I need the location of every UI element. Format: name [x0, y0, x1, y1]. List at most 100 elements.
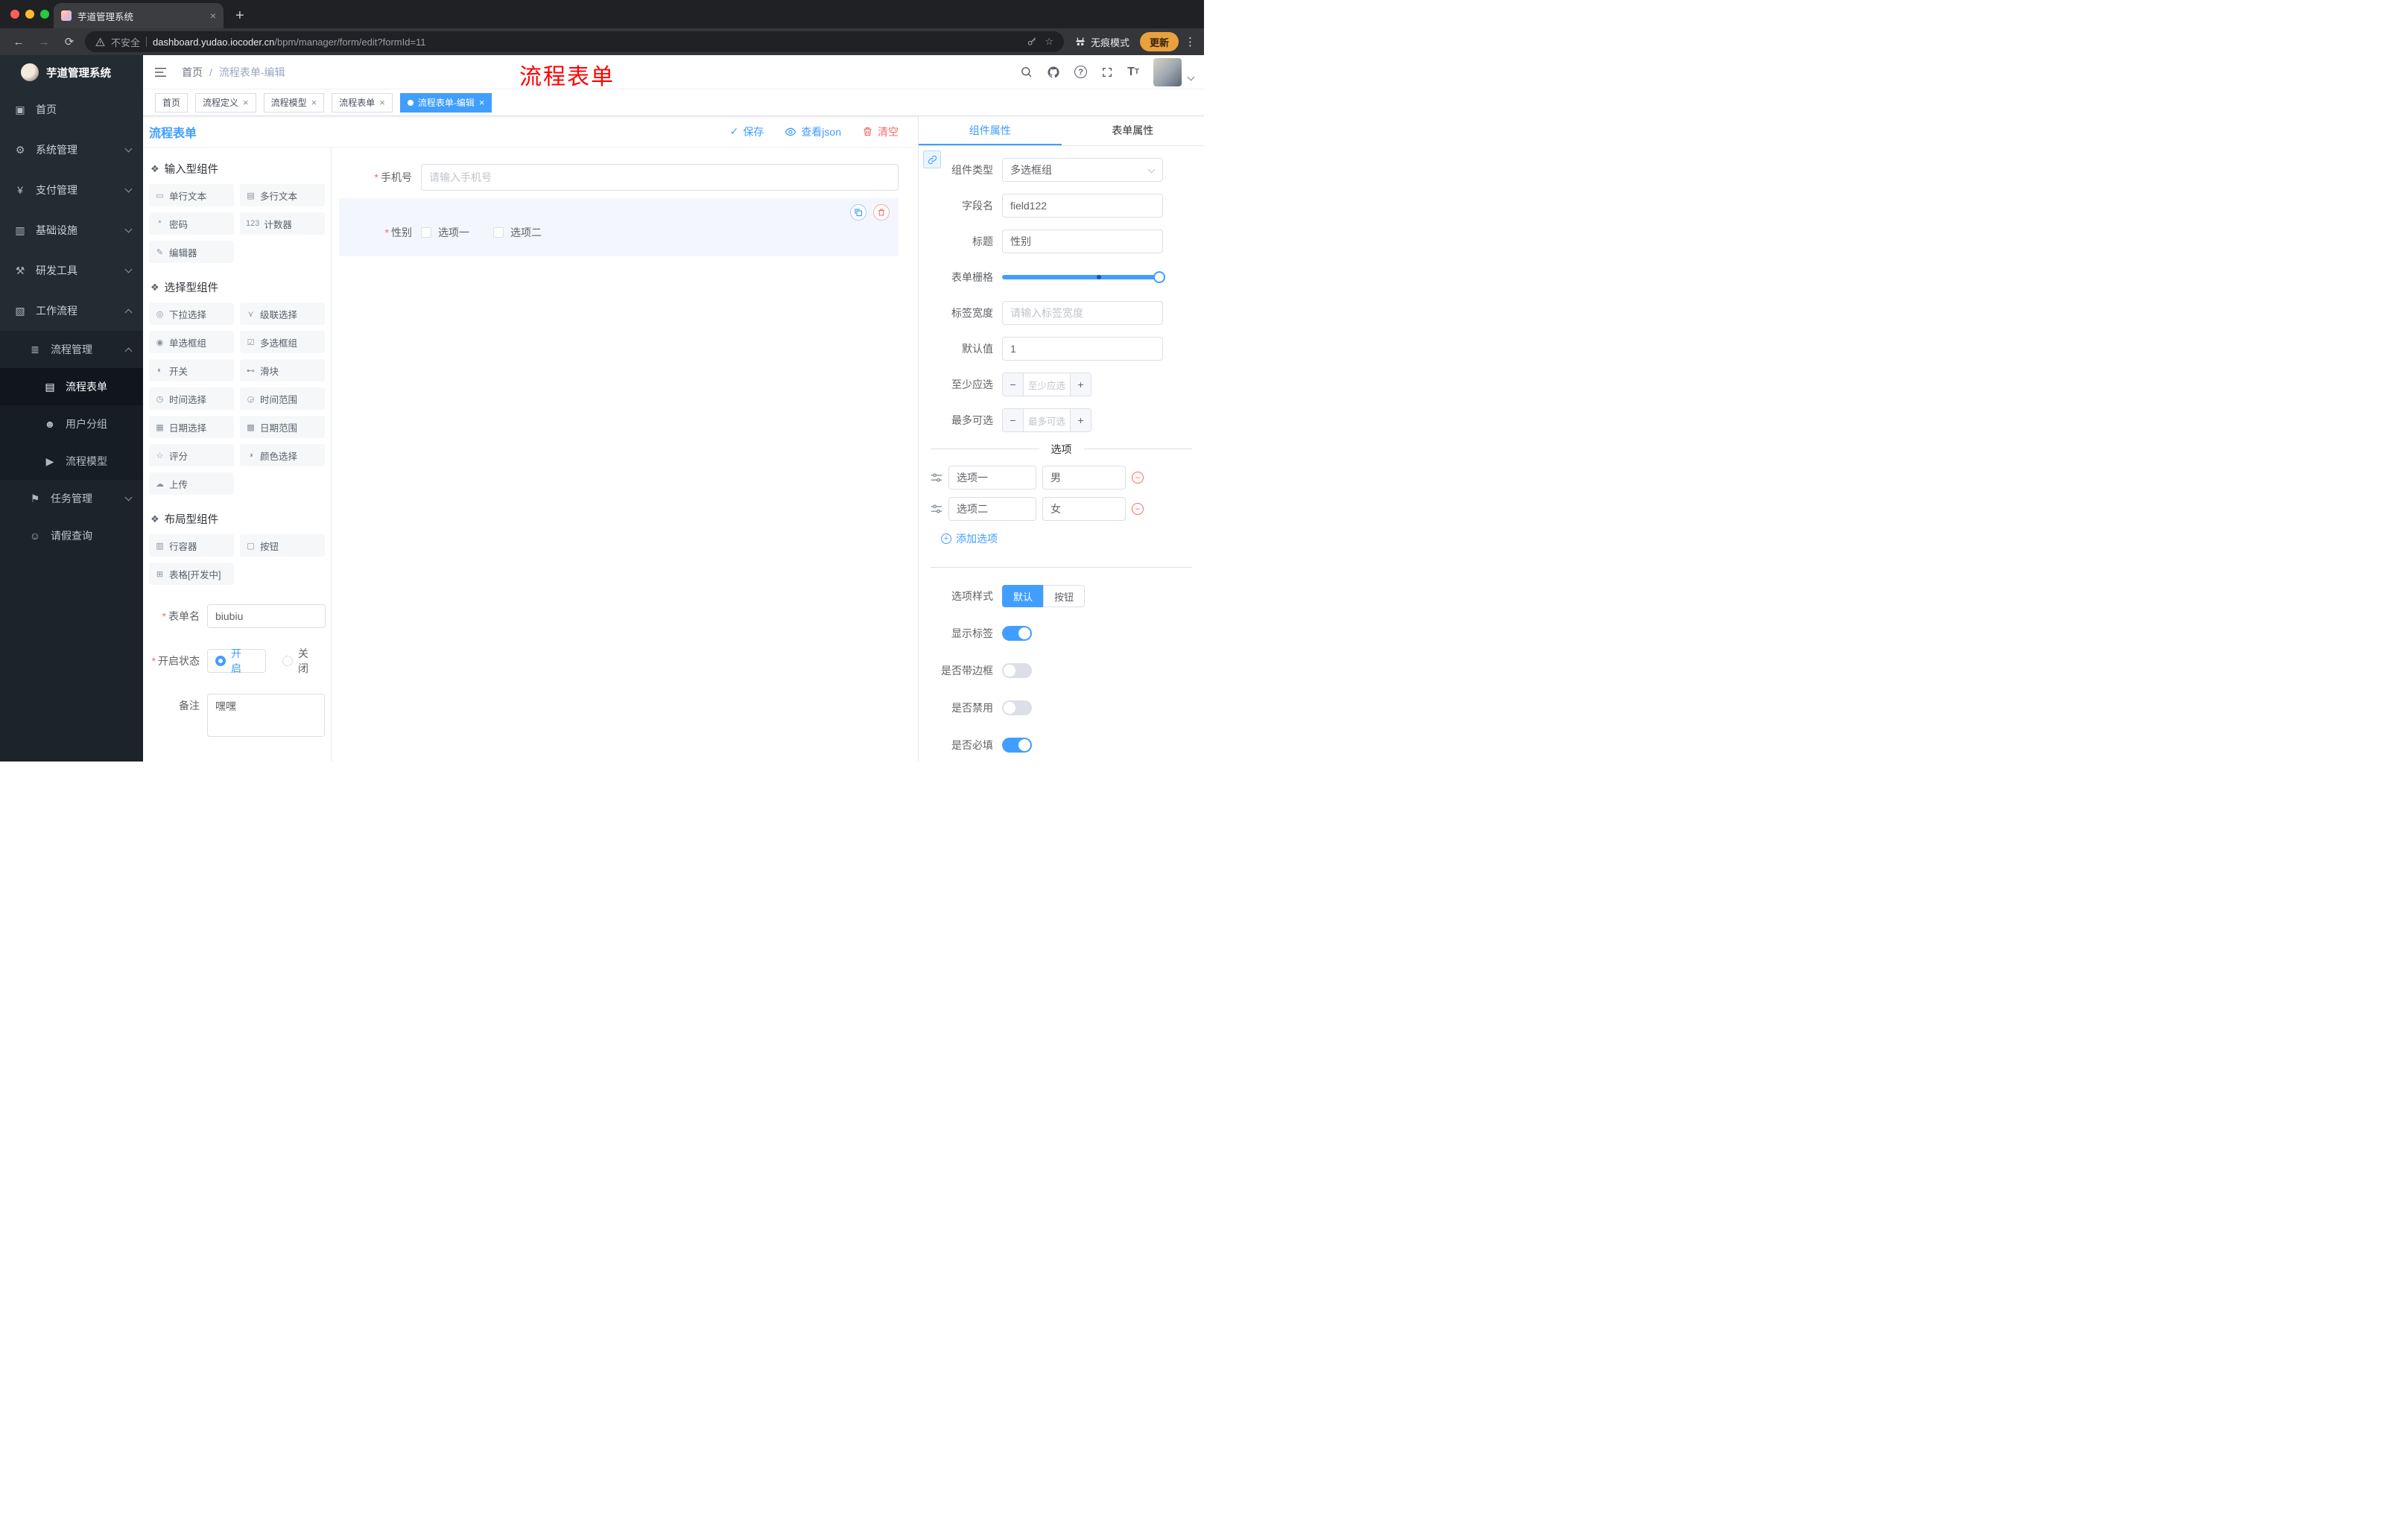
save-button[interactable]: ✓ 保存: [730, 124, 764, 139]
option-value-input[interactable]: [1042, 497, 1126, 521]
tag-process-definition[interactable]: 流程定义 ×: [195, 92, 256, 113]
breadcrumb-home[interactable]: 首页: [182, 65, 203, 80]
search-icon[interactable]: [1020, 66, 1033, 78]
window-zoom-button[interactable]: [40, 10, 49, 19]
label-width-input[interactable]: [1002, 301, 1163, 325]
remove-option-button[interactable]: −: [1132, 472, 1144, 484]
avatar[interactable]: [1153, 57, 1182, 86]
tag-close-icon[interactable]: ×: [243, 98, 249, 107]
option-label-input[interactable]: [948, 497, 1036, 521]
gender-option-1-checkbox[interactable]: 选项一: [421, 225, 469, 240]
palette-item-color-picker[interactable]: ◑ 颜色选择: [240, 444, 325, 466]
tag-close-icon[interactable]: ×: [311, 98, 317, 107]
default-value-input[interactable]: [1002, 337, 1163, 361]
palette-item-switch[interactable]: ◐ 开关: [149, 359, 234, 381]
minus-button[interactable]: −: [1003, 373, 1024, 396]
border-toggle[interactable]: [1002, 663, 1032, 678]
palette-item-counter[interactable]: 123 计数器: [240, 212, 325, 235]
palette-item-button[interactable]: ▢ 按钮: [240, 534, 325, 557]
view-json-button[interactable]: 查看json: [785, 124, 841, 139]
sidebar-item-task-manage[interactable]: ⚑ 任务管理: [0, 480, 143, 517]
drag-handle-icon[interactable]: [931, 472, 942, 483]
sidebar-item-payment[interactable]: ¥ 支付管理: [0, 170, 143, 210]
palette-item-editor[interactable]: ✎ 编辑器: [149, 241, 234, 263]
sidebar-item-system[interactable]: ⚙ 系统管理: [0, 130, 143, 170]
update-button[interactable]: 更新: [1139, 32, 1179, 51]
plus-button[interactable]: +: [1070, 373, 1091, 396]
clear-button[interactable]: 清空: [862, 124, 899, 139]
tag-close-icon[interactable]: ×: [479, 98, 485, 107]
forward-button[interactable]: →: [34, 36, 54, 48]
palette-item-multi-text[interactable]: ▤ 多行文本: [240, 184, 325, 206]
form-name-input[interactable]: [207, 604, 326, 628]
option-label-input[interactable]: [948, 466, 1036, 490]
palette-item-table[interactable]: ⊞ 表格[开发中]: [149, 563, 234, 585]
palette-item-checkbox-group[interactable]: ☑ 多选框组: [240, 331, 325, 353]
phone-input[interactable]: [421, 164, 899, 191]
style-default-button[interactable]: 默认: [1002, 585, 1045, 607]
delete-component-button[interactable]: [873, 204, 890, 221]
palette-item-cascader[interactable]: ⋎ 级联选择: [240, 303, 325, 325]
sidebar-item-devtools[interactable]: ⚒ 研发工具: [0, 250, 143, 291]
add-option-button[interactable]: + 添加选项: [941, 531, 998, 546]
copy-component-button[interactable]: [850, 204, 866, 221]
link-icon[interactable]: [923, 151, 941, 168]
sidebar-item-process-form[interactable]: ▤ 流程表单: [0, 368, 143, 405]
palette-item-dropdown[interactable]: ◎ 下拉选择: [149, 303, 234, 325]
drag-handle-icon[interactable]: [931, 504, 942, 514]
field-name-input[interactable]: [1002, 194, 1163, 218]
password-key-icon[interactable]: [1027, 37, 1037, 47]
sidebar-item-infra[interactable]: ▥ 基础设施: [0, 210, 143, 250]
new-tab-button[interactable]: +: [235, 8, 244, 23]
palette-item-date-range[interactable]: ▩ 日期范围: [240, 416, 325, 438]
form-grid-slider[interactable]: [1002, 265, 1165, 289]
status-on-radio[interactable]: 开启: [207, 647, 266, 674]
tab-close-icon[interactable]: ×: [210, 10, 216, 22]
canvas-field-gender-selected[interactable]: * 性别 选项一 选项二: [339, 198, 899, 256]
github-icon[interactable]: [1047, 66, 1060, 79]
palette-item-row-container[interactable]: ▥ 行容器: [149, 534, 234, 557]
tag-process-form[interactable]: 流程表单 ×: [332, 92, 393, 113]
avatar-caret-icon[interactable]: [1187, 73, 1195, 81]
help-icon[interactable]: ?: [1074, 66, 1088, 78]
slider-handle[interactable]: [1153, 271, 1165, 283]
tag-close-icon[interactable]: ×: [379, 98, 385, 107]
option-value-input[interactable]: [1042, 466, 1126, 490]
address-bar[interactable]: 不安全 dashboard.yudao.iocoder.cn/bpm/manag…: [85, 31, 1064, 52]
sidebar-item-user-group[interactable]: ☻ 用户分组: [0, 405, 143, 443]
palette-item-date-picker[interactable]: ▦ 日期选择: [149, 416, 234, 438]
canvas-field-phone[interactable]: * 手机号: [339, 164, 899, 191]
tab-component-props[interactable]: 组件属性: [919, 116, 1062, 145]
sidebar-item-leave-query[interactable]: ☺ 请假查询: [0, 517, 143, 554]
sidebar-item-home[interactable]: ▣ 首页: [0, 89, 143, 130]
remove-option-button[interactable]: −: [1132, 503, 1144, 515]
sidebar-item-process-model[interactable]: ▶ 流程模型: [0, 443, 143, 480]
plus-button[interactable]: +: [1070, 409, 1091, 431]
form-canvas[interactable]: * 手机号 请输入手机号 * 性别 选项一 选项二: [332, 148, 918, 762]
style-button-button[interactable]: 按钮: [1043, 585, 1086, 607]
window-close-button[interactable]: [10, 10, 19, 19]
hamburger-icon[interactable]: [155, 66, 168, 79]
browser-tab[interactable]: 芋道管理系统 ×: [54, 3, 224, 28]
reload-button[interactable]: ⟳: [60, 35, 79, 48]
palette-item-single-text[interactable]: ▭ 单行文本: [149, 184, 234, 206]
palette-item-upload[interactable]: ☁ 上传: [149, 472, 234, 495]
fullscreen-icon[interactable]: [1101, 66, 1113, 78]
back-button[interactable]: ←: [9, 36, 28, 48]
tab-form-props[interactable]: 表单属性: [1062, 116, 1205, 145]
sidebar-item-process-manage[interactable]: ≣ 流程管理: [0, 331, 143, 368]
palette-item-password[interactable]: * 密码: [149, 212, 234, 235]
bookmark-star-icon[interactable]: ☆: [1045, 36, 1054, 48]
component-type-select[interactable]: 多选框组: [1002, 158, 1163, 182]
required-toggle[interactable]: [1002, 738, 1032, 753]
font-size-icon[interactable]: TT: [1127, 66, 1139, 79]
tag-process-model[interactable]: 流程模型 ×: [263, 92, 325, 113]
browser-menu-icon[interactable]: ⋮: [1185, 35, 1196, 48]
palette-item-radio-group[interactable]: ◉ 单选框组: [149, 331, 234, 353]
palette-item-time-picker[interactable]: ◷ 时间选择: [149, 387, 234, 410]
tag-process-form-edit[interactable]: 流程表单-编辑 ×: [399, 92, 492, 113]
disabled-toggle[interactable]: [1002, 700, 1032, 715]
minus-button[interactable]: −: [1003, 409, 1024, 431]
title-input[interactable]: [1002, 229, 1163, 253]
palette-item-slider[interactable]: ⊷ 滑块: [240, 359, 325, 381]
